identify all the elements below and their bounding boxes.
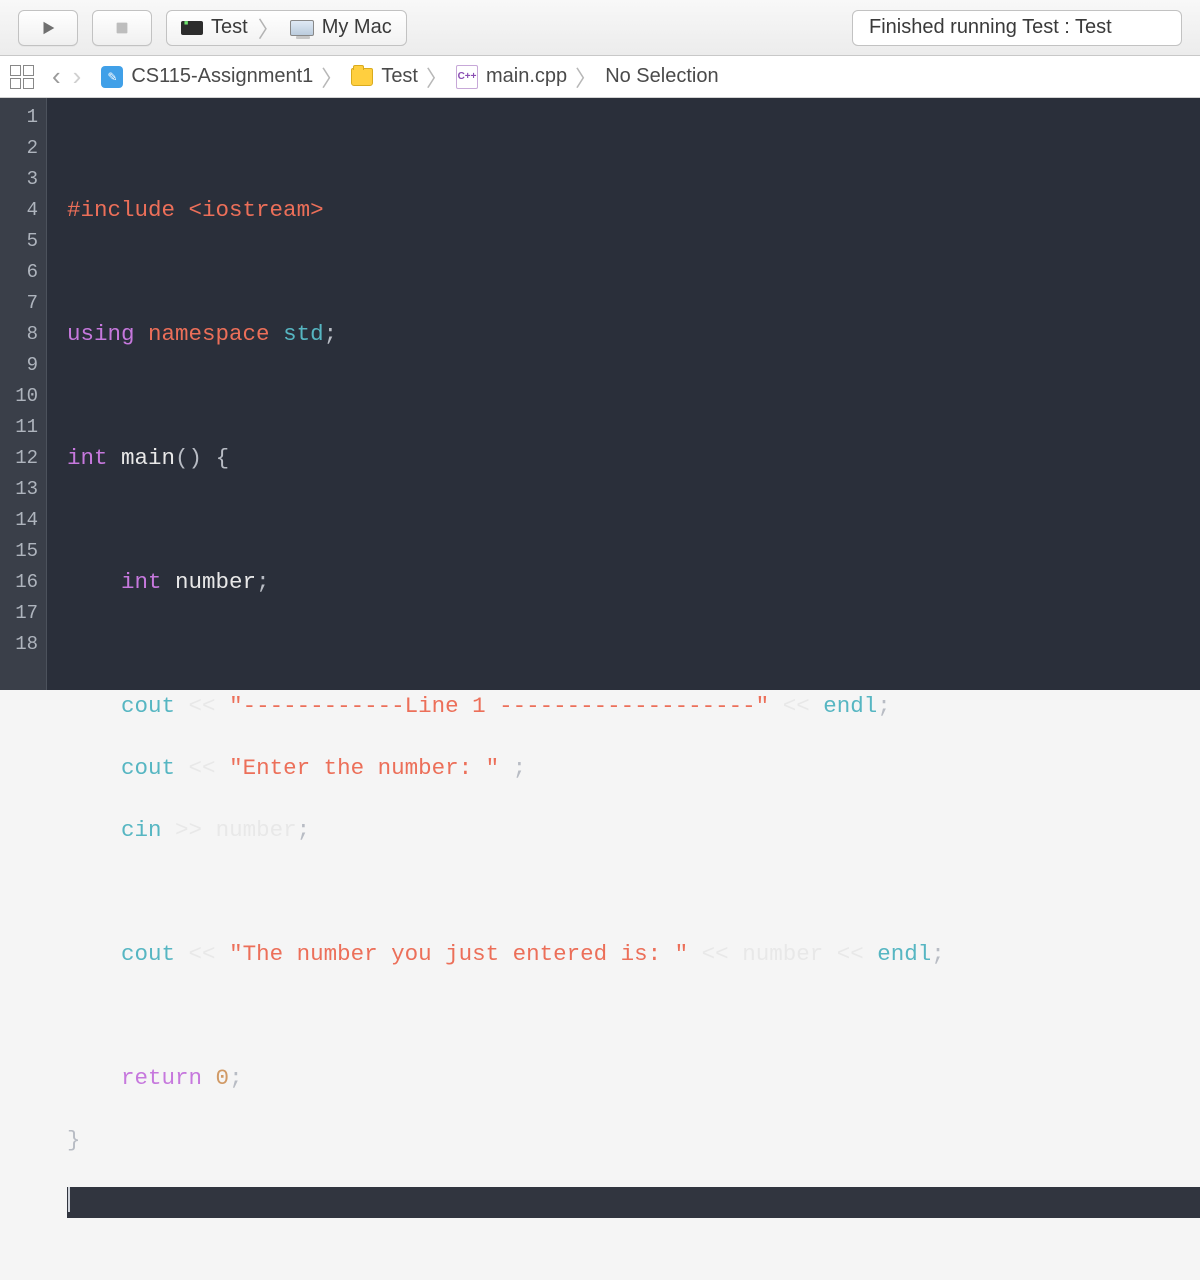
line-number: 1 [0,102,38,133]
play-icon [39,19,57,37]
toolbar: Test 〉 My Mac Finished running Test : Te… [0,0,1200,56]
crumb-file[interactable]: main.cpp [486,65,567,88]
jump-bar: ‹ › CS115-Assignment1 〉 Test 〉 C++ main.… [0,56,1200,98]
line-number: 11 [0,412,38,443]
nav-forward-button[interactable]: › [67,61,88,92]
scheme-selector[interactable]: Test 〉 My Mac [166,10,407,46]
line-number: 14 [0,505,38,536]
line-number: 10 [0,381,38,412]
line-number: 3 [0,164,38,195]
line-number: 2 [0,133,38,164]
chevron-right-icon: 〉 [258,12,280,44]
stop-icon [113,19,131,37]
stop-button[interactable] [92,10,152,46]
related-items-icon[interactable] [10,65,34,89]
destination-name: My Mac [322,16,392,39]
line-number: 5 [0,226,38,257]
chevron-right-icon: 〉 [321,61,343,93]
line-number: 4 [0,195,38,226]
line-number: 12 [0,443,38,474]
mac-icon [290,20,314,36]
target-icon [181,21,203,35]
activity-status[interactable]: Finished running Test : Test [852,10,1182,46]
text-cursor [68,1187,70,1212]
nav-back-button[interactable]: ‹ [46,61,67,92]
project-icon [101,66,123,88]
line-number: 9 [0,350,38,381]
code-editor[interactable]: 1 2 3 4 5 6 7 8 9 10 11 12 13 14 15 16 1… [0,98,1200,690]
line-number: 17 [0,598,38,629]
run-button[interactable] [18,10,78,46]
line-number: 16 [0,567,38,598]
line-number: 7 [0,288,38,319]
line-number: 15 [0,536,38,567]
line-number: 18 [0,629,38,660]
crumb-project[interactable]: CS115-Assignment1 [131,65,313,88]
line-number: 6 [0,257,38,288]
crumb-folder[interactable]: Test [381,65,418,88]
chevron-right-icon: 〉 [575,61,597,93]
crumb-selection[interactable]: No Selection [605,65,718,88]
line-gutter: 1 2 3 4 5 6 7 8 9 10 11 12 13 14 15 16 1… [0,98,47,690]
code-area[interactable]: #include <iostream> using namespace std;… [47,98,1200,690]
chevron-right-icon: 〉 [426,61,448,93]
scheme-name: Test [211,16,248,39]
cpp-file-icon: C++ [456,65,478,89]
line-number: 8 [0,319,38,350]
line-number: 13 [0,474,38,505]
status-text: Finished running Test : Test [869,16,1112,39]
folder-icon [351,68,373,86]
